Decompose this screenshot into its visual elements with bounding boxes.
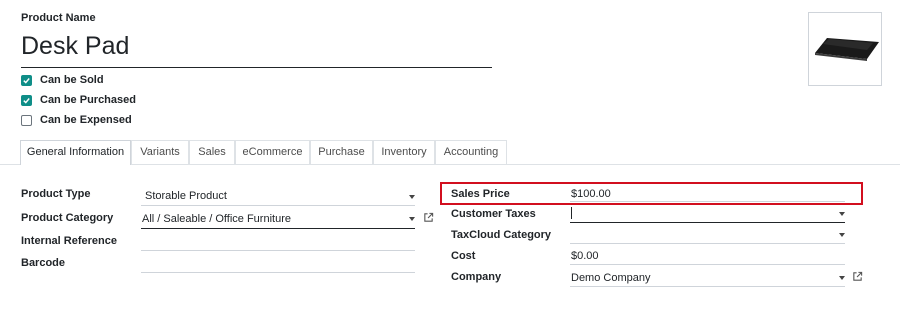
external-link-icon[interactable] (423, 212, 434, 223)
sales-price-input[interactable] (570, 201, 845, 202)
text-cursor (571, 207, 572, 219)
can-be-expensed-row[interactable]: Can be Expensed (21, 112, 132, 128)
customer-taxes-input[interactable] (570, 222, 845, 223)
can-be-sold-checkbox[interactable] (21, 74, 32, 86)
company-value: Demo Company (571, 272, 651, 284)
company-select[interactable] (570, 286, 845, 287)
product-type-label: Product Type (21, 188, 91, 200)
tab-sales[interactable]: Sales (189, 140, 235, 164)
product-category-label: Product Category (21, 212, 114, 224)
product-name-label: Product Name (21, 12, 96, 24)
product-name-input[interactable]: Desk Pad (21, 30, 492, 68)
customer-taxes-dropdown-icon[interactable] (839, 212, 845, 216)
can-be-purchased-row[interactable]: Can be Purchased (21, 92, 136, 108)
can-be-expensed-checkbox[interactable] (21, 114, 32, 126)
company-dropdown-icon[interactable] (839, 276, 845, 280)
tabs-divider (0, 164, 900, 165)
desk-pad-image (815, 38, 879, 61)
tab-purchase[interactable]: Purchase (310, 140, 373, 164)
can-be-sold-row[interactable]: Can be Sold (21, 72, 104, 88)
product-type-dropdown-icon[interactable] (409, 195, 415, 199)
tab-ecommerce[interactable]: eCommerce (235, 140, 310, 164)
can-be-sold-label: Can be Sold (40, 74, 104, 86)
cost-input[interactable] (570, 264, 845, 265)
product-category-value: All / Saleable / Office Furniture (142, 213, 291, 225)
taxcloud-category-input[interactable] (570, 243, 845, 244)
internal-reference-label: Internal Reference (21, 235, 117, 247)
sales-price-label: Sales Price (451, 188, 510, 200)
can-be-purchased-checkbox[interactable] (21, 94, 32, 106)
internal-reference-input[interactable] (141, 250, 415, 251)
tab-general-information[interactable]: General Information (20, 140, 131, 165)
sales-price-value[interactable]: $100.00 (571, 188, 611, 200)
product-image[interactable] (808, 12, 882, 86)
tab-inventory[interactable]: Inventory (373, 140, 435, 164)
product-category-dropdown-icon[interactable] (409, 217, 415, 221)
can-be-expensed-label: Can be Expensed (40, 114, 132, 126)
tab-accounting[interactable]: Accounting (435, 140, 507, 164)
product-type-value: Storable Product (145, 190, 227, 202)
barcode-input[interactable] (141, 272, 415, 273)
customer-taxes-label: Customer Taxes (451, 208, 536, 220)
taxcloud-category-label: TaxCloud Category (451, 229, 552, 241)
taxcloud-category-dropdown-icon[interactable] (839, 233, 845, 237)
barcode-label: Barcode (21, 257, 66, 269)
product-category-select[interactable] (141, 228, 415, 229)
cost-value[interactable]: $0.00 (571, 250, 599, 262)
company-label: Company (451, 271, 502, 283)
can-be-purchased-label: Can be Purchased (40, 94, 136, 106)
cost-label: Cost (451, 250, 476, 262)
product-type-select[interactable] (141, 205, 415, 206)
external-link-icon[interactable] (852, 271, 863, 282)
tab-variants[interactable]: Variants (131, 140, 189, 164)
